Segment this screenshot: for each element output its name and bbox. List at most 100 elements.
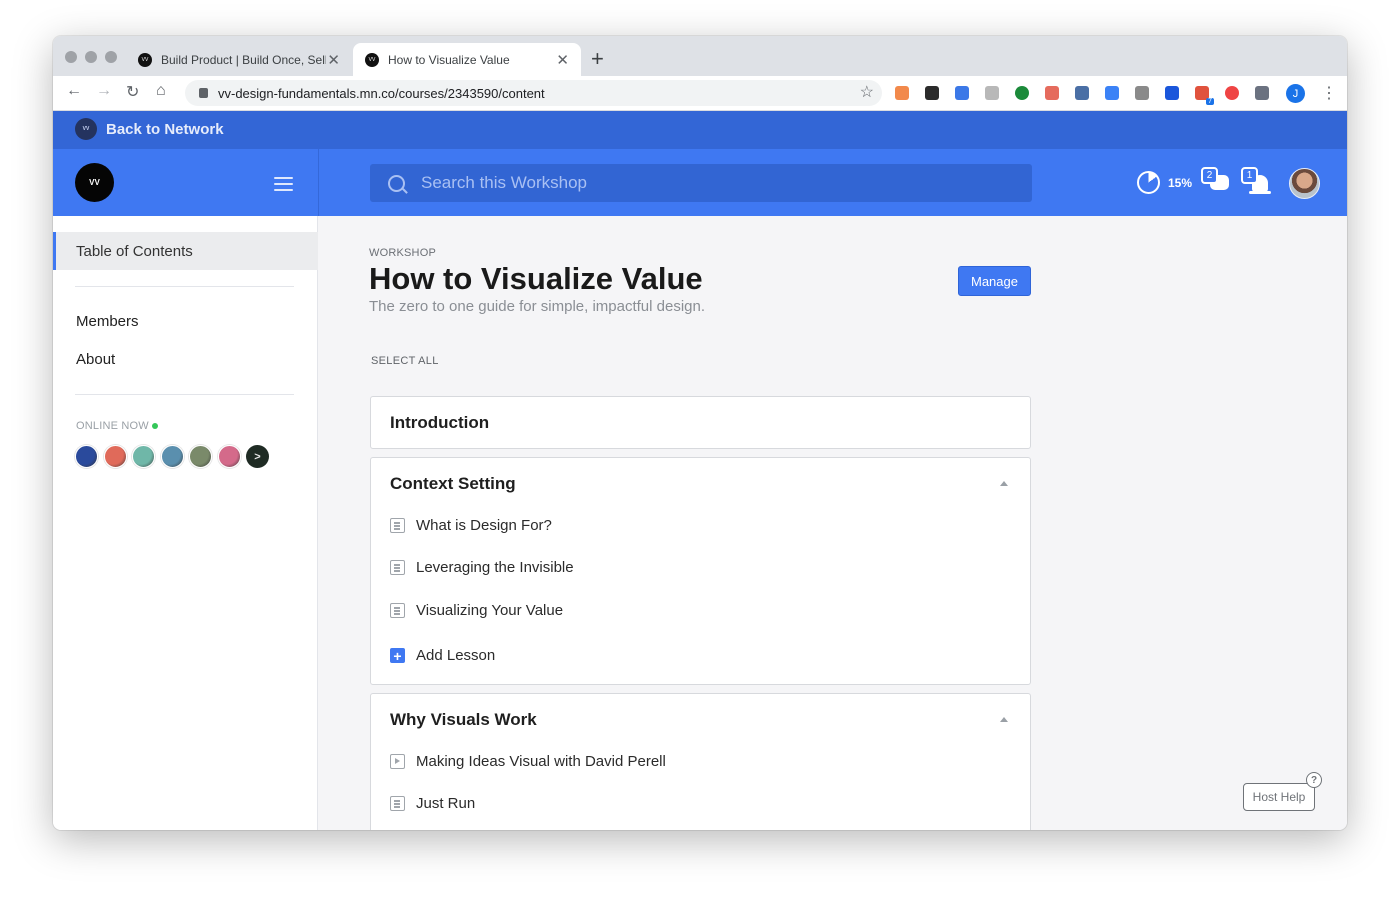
- app-content: VV Back to Network VV 15% 2 1: [53, 111, 1347, 830]
- document-icon: [390, 560, 405, 575]
- progress-percent: 15%: [1168, 176, 1193, 190]
- browser-extension-icon[interactable]: [985, 86, 999, 100]
- browser-menu-icon[interactable]: ⋮: [1321, 83, 1337, 103]
- page-subtitle: The zero to one guide for simple, impact…: [369, 298, 706, 315]
- browser-tab-build-product[interactable]: VV Build Product | Build Once, Sell ✕: [126, 43, 352, 76]
- tab-title: Build Product | Build Once, Sell: [161, 52, 326, 67]
- section-title[interactable]: Why Visuals Work: [390, 710, 537, 730]
- forward-arrow-icon[interactable]: →: [96, 82, 112, 100]
- search-input[interactable]: [421, 173, 981, 193]
- sidebar-item-members[interactable]: Members: [76, 313, 139, 330]
- back-to-network-link[interactable]: VV Back to Network: [75, 118, 224, 140]
- browser-extension-icon[interactable]: [1105, 86, 1119, 100]
- extension-badge: 7: [1206, 98, 1214, 105]
- select-all-link[interactable]: SELECT ALL: [371, 355, 439, 367]
- lesson-item[interactable]: Making Ideas Visual with David Perell: [390, 753, 666, 770]
- back-arrow-icon[interactable]: ←: [66, 82, 82, 100]
- sidebar: Table of Contents Members About ONLINE N…: [53, 216, 318, 830]
- messages-button[interactable]: 2: [1201, 167, 1233, 199]
- online-member-avatar[interactable]: [132, 445, 155, 468]
- lock-icon: [199, 88, 208, 98]
- section-why-visuals-work: Why Visuals Work Making Ideas Visual wit…: [370, 693, 1031, 830]
- main-content: WORKSHOP How to Visualize Value The zero…: [319, 216, 1347, 830]
- plus-icon: +: [390, 648, 405, 663]
- messages-badge: 2: [1201, 167, 1218, 184]
- sidebar-item-table-of-contents[interactable]: Table of Contents: [53, 232, 318, 270]
- add-lesson-label: Add Lesson: [416, 647, 496, 664]
- online-status-dot: [151, 423, 158, 430]
- section-context-setting: Context Setting What is Design For? Leve…: [370, 457, 1031, 685]
- lesson-title: What is Design For?: [416, 517, 552, 534]
- sidebar-divider: [75, 394, 294, 395]
- maximize-window-button[interactable]: [105, 51, 117, 63]
- workshop-logo[interactable]: VV: [75, 163, 114, 202]
- tab-title: How to Visualize Value: [388, 52, 510, 67]
- lesson-item[interactable]: Visualizing Your Value: [390, 602, 563, 619]
- browser-extension-icon[interactable]: [1225, 86, 1239, 100]
- network-logo-icon: VV: [75, 118, 97, 140]
- browser-extension-icon[interactable]: [955, 86, 969, 100]
- tab-strip: VV Build Product | Build Once, Sell ✕ VV…: [53, 36, 1347, 76]
- browser-extension-icon[interactable]: [1015, 86, 1029, 100]
- user-avatar[interactable]: [1289, 168, 1320, 199]
- bookmark-star-icon[interactable]: ☆: [860, 82, 874, 102]
- online-member-avatar[interactable]: [75, 445, 98, 468]
- lesson-title: Visualizing Your Value: [416, 602, 564, 619]
- network-bar: VV Back to Network: [53, 111, 1347, 149]
- online-member-avatar[interactable]: [217, 445, 241, 468]
- manage-button[interactable]: Manage: [958, 266, 1031, 296]
- collapse-caret-icon[interactable]: [1000, 717, 1008, 722]
- browser-extension-icon[interactable]: 7: [1195, 86, 1214, 105]
- document-icon: [390, 518, 405, 533]
- address-bar[interactable]: vv-design-fundamentals.mn.co/courses/234…: [185, 80, 882, 106]
- document-icon: [390, 796, 405, 811]
- browser-toolbar: ← → ↻ ⌂ vv-design-fundamentals.mn.co/cou…: [53, 76, 1347, 111]
- sidebar-divider: [75, 286, 294, 287]
- browser-extension-icon[interactable]: [895, 86, 909, 100]
- video-icon: [390, 754, 405, 769]
- browser-extension-icon[interactable]: [1045, 86, 1059, 100]
- browser-extension-icon[interactable]: [925, 86, 939, 100]
- online-member-avatar[interactable]: [160, 445, 184, 468]
- profile-avatar[interactable]: J: [1286, 84, 1305, 103]
- workshop-eyebrow: WORKSHOP: [369, 247, 436, 259]
- lesson-title: Leveraging the Invisible: [416, 559, 574, 576]
- minimize-window-button[interactable]: [85, 51, 97, 63]
- top-header: 15% 2 1: [318, 149, 1347, 216]
- online-member-avatar[interactable]: [103, 445, 127, 468]
- page-title: How to Visualize Value: [369, 261, 703, 296]
- sidebar-item-about[interactable]: About: [76, 351, 115, 368]
- help-question-icon[interactable]: ?: [1306, 772, 1322, 788]
- add-lesson-button[interactable]: + Add Lesson: [390, 647, 495, 664]
- browser-extension-icon[interactable]: [1135, 86, 1149, 100]
- lesson-item[interactable]: Leveraging the Invisible: [390, 559, 574, 576]
- browser-tab-visualize-value[interactable]: VV How to Visualize Value ✕: [353, 43, 581, 76]
- notifications-button[interactable]: 1: [1241, 167, 1273, 199]
- section-title[interactable]: Context Setting: [390, 474, 516, 494]
- home-icon[interactable]: ⌂: [156, 82, 166, 100]
- browser-extension-icon[interactable]: [1165, 86, 1179, 100]
- lesson-item[interactable]: What is Design For?: [390, 517, 552, 534]
- sidebar-header: VV: [53, 149, 318, 216]
- browser-extension-icon[interactable]: [1255, 86, 1269, 100]
- close-tab-icon[interactable]: ✕: [327, 51, 340, 69]
- online-now-label: ONLINE NOW: [76, 420, 158, 432]
- show-more-online-button[interactable]: >: [246, 445, 269, 468]
- progress-pie-icon[interactable]: [1137, 171, 1160, 194]
- browser-window: VV Build Product | Build Once, Sell ✕ VV…: [53, 36, 1347, 830]
- url-text: vv-design-fundamentals.mn.co/courses/234…: [218, 85, 545, 101]
- lesson-item[interactable]: Just Run: [390, 795, 475, 812]
- host-help-button[interactable]: Host Help: [1243, 783, 1315, 811]
- new-tab-button[interactable]: +: [591, 46, 604, 72]
- browser-extension-icon[interactable]: [1075, 86, 1089, 100]
- close-window-button[interactable]: [65, 51, 77, 63]
- hamburger-menu-icon[interactable]: [274, 177, 293, 195]
- lesson-title: Making Ideas Visual with David Perell: [416, 753, 666, 770]
- close-tab-icon[interactable]: ✕: [556, 51, 569, 69]
- reload-icon[interactable]: ↻: [126, 82, 139, 102]
- search-bar[interactable]: [370, 164, 1032, 202]
- online-now-text: ONLINE NOW: [76, 420, 149, 432]
- collapse-caret-icon[interactable]: [1000, 481, 1008, 486]
- online-member-avatar[interactable]: [189, 445, 212, 468]
- section-introduction[interactable]: Introduction: [370, 396, 1031, 449]
